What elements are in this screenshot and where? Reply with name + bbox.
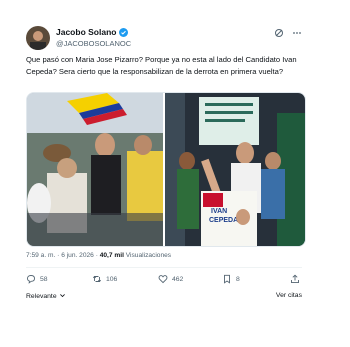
view-quotes-link[interactable]: Ver citas <box>276 292 302 299</box>
share-icon <box>291 274 299 284</box>
media-image-right[interactable]: IVAN CEPEDA <box>165 93 305 246</box>
chevron-down-icon <box>59 294 65 298</box>
sign-text-line1: IVAN <box>211 208 227 215</box>
sign-text-line2: CEPEDA <box>209 217 238 224</box>
like-count: 462 <box>172 275 184 283</box>
tweet-text: Que pasó con Maria Jose Pizarro? Porque … <box>26 55 297 76</box>
views-label: Visualizaciones <box>125 252 172 259</box>
reply-icon <box>27 275 35 284</box>
media-image-left[interactable] <box>27 93 163 246</box>
like-button[interactable]: 462 <box>158 274 183 284</box>
author-name-row[interactable]: Jacobo Solano <box>56 27 129 37</box>
author-name[interactable]: Jacobo Solano <box>56 27 116 37</box>
bookmark-button[interactable]: 8 <box>222 274 240 284</box>
replies-footer: Relevante Ver citas <box>26 292 302 304</box>
like-icon <box>158 275 168 284</box>
views-count: 40,7 mil <box>99 252 124 259</box>
tweet-header: Jacobo Solano @JACOBOSOLANOC <box>26 24 302 54</box>
divider <box>26 267 302 268</box>
grok-icon[interactable] <box>274 28 284 38</box>
repost-icon <box>92 275 102 283</box>
avatar[interactable] <box>26 26 50 50</box>
tweet-metadata: 7:59 a. m. · 6 jun. 2026 · 40,7 mil Visu… <box>26 252 172 259</box>
verified-badge-icon <box>119 27 129 37</box>
sort-label: Relevante <box>26 293 57 300</box>
action-bar: 58 106 462 8 <box>26 274 302 288</box>
repost-button[interactable]: 106 <box>92 274 117 284</box>
tweet-media[interactable]: IVAN CEPEDA <box>26 92 306 247</box>
share-button[interactable] <box>290 274 300 284</box>
more-icon[interactable] <box>292 28 302 38</box>
author-handle[interactable]: @JACOBOSOLANOC <box>56 39 131 48</box>
tweet-card[interactable]: Jacobo Solano @JACOBOSOLANOC Que pasó co… <box>18 16 310 316</box>
sort-dropdown[interactable]: Relevante <box>26 292 66 300</box>
bookmark-icon <box>224 274 230 284</box>
repost-count: 106 <box>106 275 118 283</box>
bookmark-count: 8 <box>236 275 240 283</box>
reply-button[interactable]: 58 <box>26 274 48 284</box>
tweet-time[interactable]: 7:59 a. m. <box>26 252 55 259</box>
reply-count: 58 <box>40 275 48 283</box>
tweet-date[interactable]: 6 jun. 2026 <box>61 252 94 259</box>
